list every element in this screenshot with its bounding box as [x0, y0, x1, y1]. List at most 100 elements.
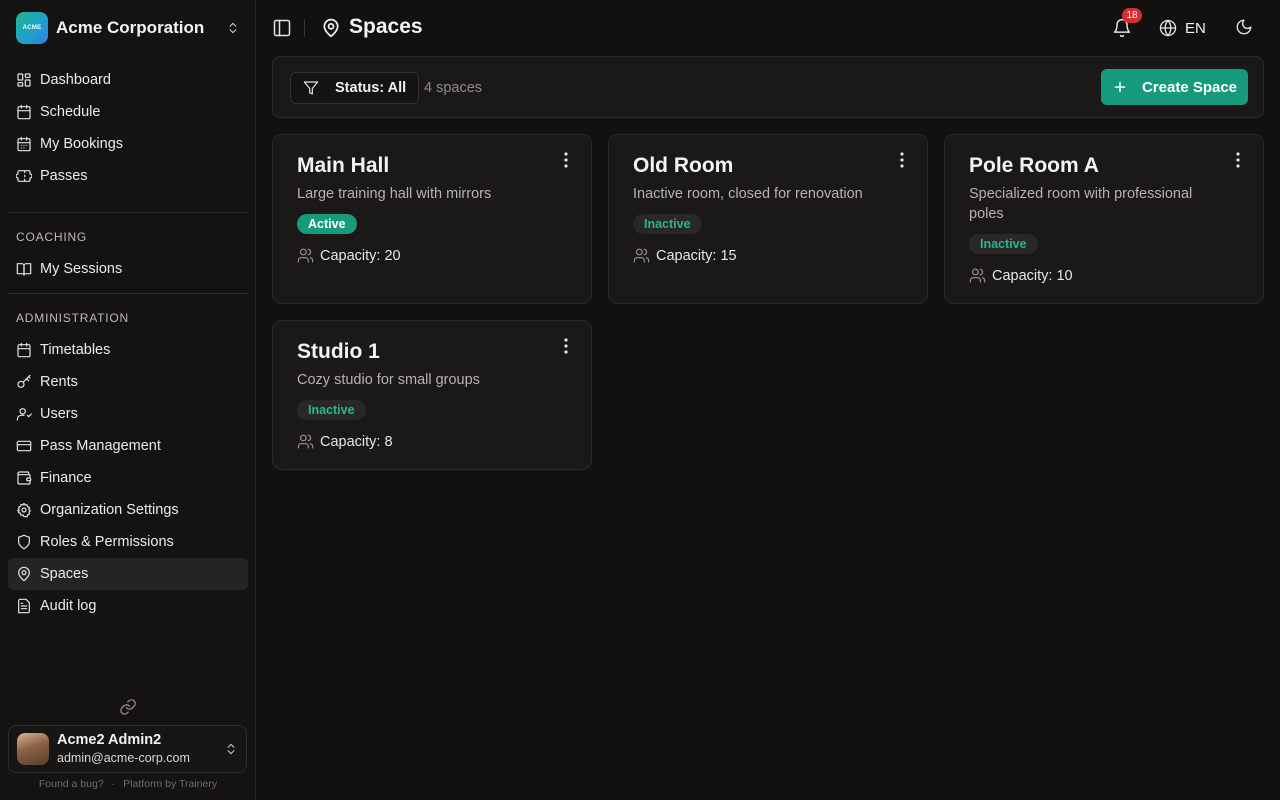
sidebar-item-roles-permissions[interactable]: Roles & Permissions [8, 526, 248, 558]
moon-icon[interactable] [1235, 18, 1253, 36]
space-description: Specialized room with professional poles [969, 186, 1193, 222]
wallet-icon [17, 471, 32, 485]
capacity-text: Capacity: 8 [320, 433, 393, 450]
sidebar-divider [8, 212, 248, 213]
sidebar-item-passes[interactable]: Passes [8, 160, 248, 192]
sidebar-toggle-icon[interactable] [272, 18, 292, 38]
space-card[interactable]: Old Room Inactive room, closed for renov… [608, 134, 928, 304]
map-pin-icon [323, 18, 339, 38]
sidebar-item-rents[interactable]: Rents [8, 366, 248, 398]
users-icon [969, 268, 986, 283]
audit-icon [18, 598, 30, 614]
sidebar-item-label: Passes [40, 168, 88, 184]
sidebar-item-label: Timetables [40, 342, 111, 358]
page-title: Spaces [349, 15, 423, 38]
status-badge: Active [297, 214, 357, 234]
sidebar-item-pass-management[interactable]: Pass Management [8, 430, 248, 462]
user-menu[interactable]: Acme2 Admin2 admin@acme-corp.com [8, 725, 247, 773]
gear-icon [17, 502, 31, 518]
language-switcher[interactable]: EN [1159, 16, 1206, 40]
create-space-label: Create Space [1141, 78, 1238, 96]
sidebar-item-my-sessions[interactable]: My Sessions [8, 253, 248, 285]
report-bug-link[interactable]: Found a bug? [39, 778, 104, 790]
more-vertical-icon[interactable] [895, 151, 909, 169]
space-capacity: Capacity: 8 [297, 433, 567, 450]
sidebar-item-label: My Sessions [40, 261, 123, 277]
sidebar-item-label: Rents [40, 374, 78, 390]
sidebar-item-label: Schedule [40, 104, 101, 120]
space-name: Pole Room A [969, 154, 1099, 177]
status-filter-button[interactable]: Status: All [290, 72, 420, 104]
platform-link[interactable]: Platform by Trainery [123, 778, 217, 790]
language-label: EN [1185, 19, 1206, 37]
sidebar-item-users[interactable]: Users [8, 398, 248, 430]
chevrons-up-down-icon [229, 22, 237, 34]
space-card[interactable]: Pole Room A Specialized room with profes… [944, 134, 1264, 304]
sidebar-divider [8, 293, 248, 294]
users-icon [297, 248, 314, 263]
space-description: Large training hall with mirrors [297, 186, 492, 202]
sidebar-item-label: Dashboard [40, 72, 111, 88]
sidebar-item-label: My Bookings [40, 136, 124, 152]
more-vertical-icon[interactable] [559, 337, 573, 355]
create-space-button[interactable]: Create Space [1101, 69, 1248, 105]
sidebar-item-label: Organization Settings [40, 502, 179, 518]
org-logo: ACME [16, 12, 48, 44]
coaching-nav: Coaching My Sessions [8, 221, 248, 285]
sidebar-footer: Found a bug? · Platform by Trainery [0, 778, 256, 790]
calendar-icon [17, 104, 31, 120]
map-pin-icon [18, 566, 30, 582]
sidebar-item-label: Roles & Permissions [40, 534, 174, 550]
avatar [17, 733, 49, 765]
sidebar-item-my-bookings[interactable]: My Bookings [8, 128, 248, 160]
space-name: Studio 1 [297, 340, 380, 363]
ticket-icon [16, 170, 32, 182]
user-info: Acme2 Admin2 admin@acme-corp.com [57, 732, 224, 765]
group-label-administration: Administration [16, 311, 129, 325]
status-badge: Inactive [633, 214, 702, 234]
main-nav: Dashboard Schedule My Bookings Passes [8, 64, 248, 192]
user-name: Acme2 Admin2 [57, 732, 162, 749]
sidebar-item-spaces[interactable]: Spaces [8, 558, 248, 590]
sidebar-item-label: Audit log [40, 598, 97, 614]
space-capacity: Capacity: 15 [633, 247, 903, 264]
space-name: Old Room [633, 154, 734, 177]
plus-icon [1114, 81, 1126, 93]
header-separator [304, 19, 305, 37]
dashboard-icon [17, 73, 31, 87]
org-name: Acme Corporation [56, 18, 205, 37]
spaces-count: 4 spaces [424, 80, 483, 96]
sidebar-item-schedule[interactable]: Schedule [8, 96, 248, 128]
shield-icon [18, 534, 30, 550]
capacity-text: Capacity: 10 [992, 267, 1073, 284]
capacity-text: Capacity: 20 [320, 247, 401, 264]
sidebar-item-dashboard[interactable]: Dashboard [8, 64, 248, 96]
sidebar-item-audit-log[interactable]: Audit log [8, 590, 248, 622]
group-label-coaching: Coaching [16, 230, 88, 244]
key-icon [17, 374, 31, 388]
spaces-toolbar: Status: All 4 spaces Create Space [272, 56, 1264, 118]
sidebar-item-organization-settings[interactable]: Organization Settings [8, 494, 248, 526]
top-header: Spaces 18 EN [256, 0, 1280, 56]
org-switcher[interactable]: ACME Acme Corporation [8, 8, 248, 48]
sidebar-item-label: Pass Management [40, 438, 161, 454]
space-description: Cozy studio for small groups [297, 372, 480, 388]
users-icon [297, 434, 314, 449]
separator-dot: · [111, 778, 116, 790]
filter-icon [303, 81, 319, 95]
space-card[interactable]: Main Hall Large training hall with mirro… [272, 134, 592, 304]
link-icon[interactable] [119, 698, 137, 716]
more-vertical-icon[interactable] [559, 151, 573, 169]
bookings-icon [17, 136, 31, 152]
sidebar-item-timetables[interactable]: Timetables [8, 334, 248, 366]
space-card[interactable]: Studio 1 Cozy studio for small groups In… [272, 320, 592, 470]
status-filter-label: Status: All [335, 80, 407, 96]
sidebar-item-label: Finance [40, 470, 92, 486]
sidebar-item-finance[interactable]: Finance [8, 462, 248, 494]
calendar-icon [17, 342, 31, 358]
sidebar-item-label: Users [40, 406, 78, 422]
space-name: Main Hall [297, 154, 390, 177]
more-vertical-icon[interactable] [1231, 151, 1245, 169]
administration-nav: Administration Timetables Rents Users Pa… [8, 302, 248, 622]
book-icon [16, 263, 32, 276]
